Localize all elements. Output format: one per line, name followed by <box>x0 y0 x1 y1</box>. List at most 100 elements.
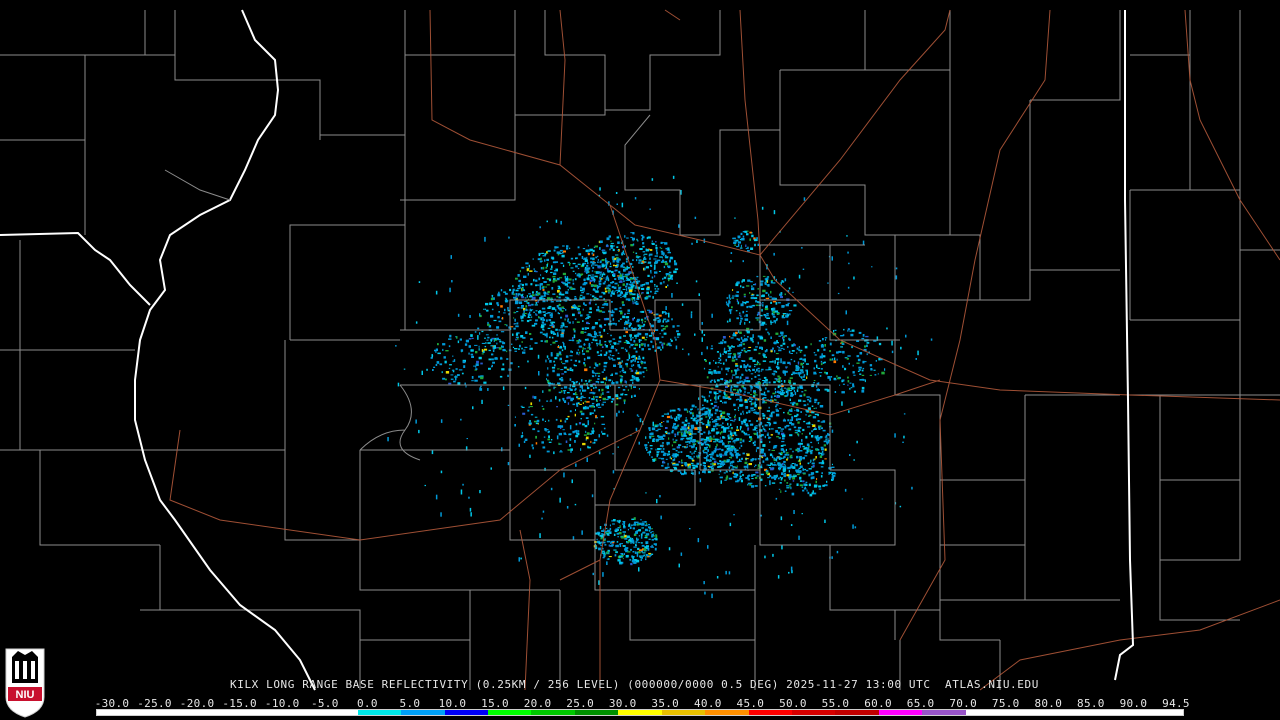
echo-pixel <box>588 342 591 348</box>
echo-pixel <box>629 526 632 529</box>
echo-pixel <box>781 545 783 550</box>
echo-pixel <box>696 240 698 243</box>
echo-pixel <box>619 558 621 561</box>
echo-pixel <box>790 358 793 361</box>
echo-pixel <box>587 385 589 388</box>
echo-pixel <box>746 453 750 456</box>
echo-pixel <box>588 301 591 305</box>
echo-pixel <box>632 527 635 530</box>
echo-pixel <box>627 528 629 531</box>
echo-pixel <box>824 344 826 347</box>
echo-pixel <box>627 551 631 553</box>
echo-pixel <box>605 258 607 261</box>
echo-pixel <box>496 337 499 341</box>
echo-pixel <box>623 399 626 402</box>
echo-pixel <box>716 462 718 465</box>
echo-pixel <box>846 357 849 360</box>
echo-pixel <box>660 241 663 244</box>
echo-pixel <box>632 259 634 261</box>
echo-pixel <box>695 465 698 468</box>
echo-pixel <box>640 234 644 237</box>
echo-pixel <box>577 432 580 436</box>
echo-pixel <box>748 463 752 466</box>
echo-pixel <box>743 380 748 383</box>
echo-pixel <box>532 395 534 399</box>
echo-pixel <box>751 296 755 300</box>
echo-pixel <box>780 393 784 396</box>
echo-pixel <box>591 494 594 498</box>
echo-pixel <box>753 392 756 395</box>
echo-pixel <box>533 268 535 270</box>
echo-pixel <box>790 454 793 457</box>
echo-pixel <box>800 357 803 360</box>
echo-pixel <box>799 351 802 353</box>
echo-pixel <box>655 241 657 243</box>
echo-pixel <box>808 449 811 451</box>
echo-pixel <box>602 249 605 251</box>
echo-pixel <box>756 420 759 422</box>
echo-pixel <box>620 528 622 531</box>
echo-pixel <box>596 538 598 540</box>
echo-pixel <box>619 318 622 320</box>
echo-pixel <box>593 386 595 389</box>
echo-pixel <box>622 250 625 253</box>
echo-pixel <box>783 474 786 478</box>
echo-pixel <box>645 528 648 530</box>
echo-pixel <box>821 448 825 451</box>
echo-pixel <box>492 349 495 352</box>
echo-pixel <box>546 332 548 338</box>
echo-pixel <box>694 450 697 452</box>
echo-pixel <box>491 353 494 356</box>
echo-pixel <box>584 331 587 333</box>
echo-pixel <box>654 271 658 274</box>
echo-pixel <box>569 444 571 447</box>
echo-pixel <box>706 410 708 415</box>
echo-pixel <box>592 372 595 374</box>
echo-pixel <box>603 302 607 306</box>
echo-pixel <box>711 418 713 420</box>
echo-pixel <box>525 266 528 268</box>
echo-pixel <box>753 432 756 435</box>
echo-pixel <box>796 449 798 451</box>
echo-pixel <box>775 430 778 433</box>
echo-pixel <box>618 397 622 400</box>
echo-pixel <box>719 453 723 456</box>
echo-pixel <box>753 402 757 405</box>
echo-pixel <box>695 280 698 283</box>
echo-pixel <box>621 252 625 255</box>
echo-pixel <box>665 286 667 288</box>
echo-pixel <box>614 529 617 531</box>
echo-pixel <box>570 359 573 361</box>
echo-pixel <box>503 312 506 314</box>
echo-pixel <box>607 385 609 389</box>
echo-pixel <box>778 452 781 455</box>
echo-pixel <box>597 375 600 377</box>
echo-pixel <box>561 361 563 363</box>
echo-pixel <box>477 327 480 330</box>
echo-pixel <box>722 362 725 365</box>
echo-pixel <box>787 314 789 317</box>
echo-pixel <box>787 411 790 415</box>
echo-pixel <box>874 374 877 376</box>
echo-pixel <box>763 381 767 384</box>
echo-pixel <box>747 427 750 430</box>
echo-pixel <box>615 289 619 291</box>
echo-pixel <box>905 334 907 338</box>
echo-pixel <box>716 448 720 451</box>
echo-pixel <box>810 441 813 444</box>
echo-pixel <box>541 441 544 444</box>
echo-pixel <box>560 425 564 428</box>
echo-pixel <box>550 271 553 274</box>
echo-pixel <box>649 253 653 256</box>
echo-pixel <box>462 483 464 486</box>
echo-pixel <box>563 366 567 369</box>
echo-pixel <box>562 264 565 267</box>
echo-pixel <box>643 256 646 259</box>
echo-pixel <box>799 387 801 389</box>
echo-pixel <box>734 409 737 411</box>
echo-pixel <box>575 272 577 275</box>
echo-pixel <box>558 432 562 436</box>
echo-pixel <box>799 476 802 480</box>
echo-pixel <box>744 390 746 394</box>
echo-pixel <box>584 424 588 428</box>
